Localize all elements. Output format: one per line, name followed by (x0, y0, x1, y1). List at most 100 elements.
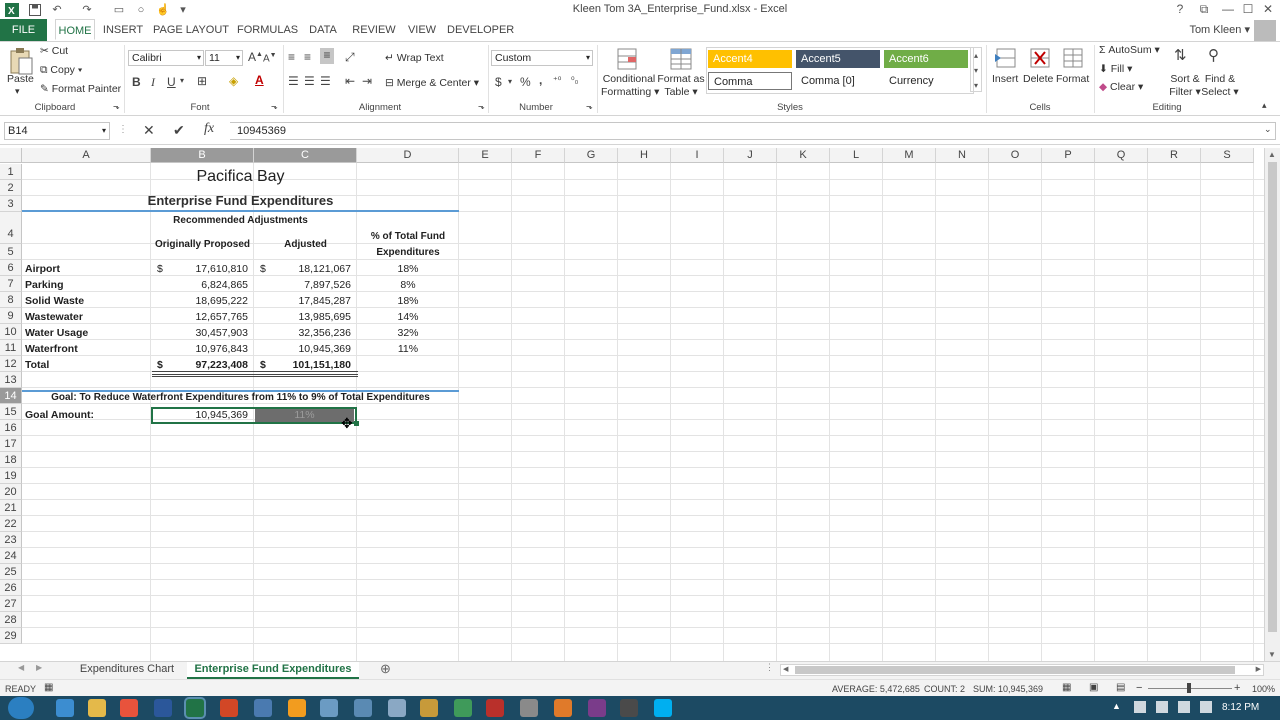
sort-filter-icon[interactable]: ⇅ (1174, 46, 1187, 64)
row-label[interactable]: Airport (25, 263, 60, 275)
row-header-26[interactable]: 26 (0, 580, 22, 596)
align-left-icon[interactable]: ☰ (288, 74, 299, 88)
insert-function-button[interactable]: fx (204, 121, 214, 137)
number-launcher-icon[interactable]: ⬎ (586, 102, 593, 111)
next-sheet-icon[interactable]: ▶ (36, 663, 42, 672)
excel-taskbar-icon[interactable] (186, 699, 204, 717)
font-size-select[interactable]: 11 ▾ (205, 50, 243, 66)
column-header-i[interactable]: I (671, 148, 724, 163)
column-header-j[interactable]: J (724, 148, 777, 163)
show-hidden-icons[interactable]: ▲ (1112, 701, 1121, 711)
app-icon[interactable] (388, 699, 406, 717)
currency-dropdown-icon[interactable]: ▾ (508, 77, 512, 86)
increase-indent-icon[interactable]: ⇥ (362, 74, 372, 88)
tab-insert[interactable]: INSERT (101, 19, 145, 41)
select-all-button[interactable] (0, 148, 22, 163)
app-icon[interactable] (354, 699, 372, 717)
powerpoint-icon[interactable] (220, 699, 238, 717)
adjusted-value[interactable]: 17,845,287 (268, 295, 351, 307)
row-header-4[interactable]: 4 (0, 212, 22, 244)
comma-style-button[interactable]: , (539, 73, 542, 87)
column-header-q[interactable]: Q (1095, 148, 1148, 163)
row-label[interactable]: Solid Waste (25, 295, 84, 307)
column-header-d[interactable]: D (357, 148, 459, 163)
underline-dropdown-icon[interactable]: ▾ (180, 76, 184, 85)
row-header-10[interactable]: 10 (0, 324, 22, 340)
user-avatar[interactable] (1254, 20, 1276, 41)
app-icon[interactable] (320, 699, 338, 717)
number-format-select[interactable]: Custom ▾ (491, 50, 593, 66)
horizontal-scrollbar[interactable]: ◀ ▶ (780, 664, 1264, 676)
dollar-sign-orig[interactable]: $ (157, 263, 163, 275)
row-header-24[interactable]: 24 (0, 548, 22, 564)
column-header-n[interactable]: N (936, 148, 989, 163)
style-comma-0[interactable]: Comma [0] (796, 72, 880, 90)
worksheet-grid[interactable]: ABCDEFGHIJKLMNOPQRS 1 2 3 4 5 6 7 8 9 10 11 12 13 14 1… (0, 148, 1280, 661)
align-center-icon[interactable]: ☰ (304, 74, 315, 88)
grow-font-button[interactable]: A▲ (248, 50, 263, 64)
decrease-indent-icon[interactable]: ⇤ (345, 74, 355, 88)
prev-sheet-icon[interactable]: ◀ (18, 663, 24, 672)
italic-button[interactable]: I (151, 75, 155, 90)
borders-icon[interactable]: ⊞ (197, 74, 207, 88)
help-button[interactable]: ? (1168, 1, 1192, 18)
style-currency[interactable]: Currency (884, 72, 968, 90)
formula-input[interactable]: 10945369 (230, 122, 1276, 140)
format-cells-icon[interactable] (1060, 46, 1086, 72)
network-icon[interactable] (1156, 701, 1168, 713)
currency-button[interactable]: $ (495, 75, 502, 89)
pct-value[interactable]: 11% (357, 343, 459, 355)
style-comma[interactable]: Comma (708, 72, 792, 90)
insert-cells-icon[interactable] (993, 46, 1019, 72)
orientation-icon[interactable]: ⤢ (345, 50, 355, 65)
originally-proposed-value[interactable]: 6,824,865 (165, 279, 248, 291)
zoom-level[interactable]: 100% (1252, 684, 1275, 694)
clipboard-launcher-icon[interactable]: ⬎ (113, 102, 120, 111)
sheet-tab-expenditures-chart[interactable]: Expenditures Chart (72, 662, 182, 677)
print-preview-icon[interactable]: ▭ (111, 2, 127, 17)
delete-cells-icon[interactable] (1027, 46, 1053, 72)
row-header-2[interactable]: 2 (0, 180, 22, 196)
font-name-select[interactable]: Calibri ▾ (128, 50, 204, 66)
column-header-e[interactable]: E (459, 148, 512, 163)
column-header-b[interactable]: B (151, 148, 254, 163)
fill-color-icon[interactable]: ◈ (229, 74, 238, 88)
row-label[interactable]: Waterfront (25, 343, 78, 355)
row-label[interactable]: Water Usage (25, 327, 88, 339)
scroll-right-icon[interactable]: ▶ (1256, 665, 1261, 673)
volume-icon[interactable] (1178, 701, 1190, 713)
flag-icon[interactable] (1134, 701, 1146, 713)
conditional-formatting-icon[interactable] (616, 47, 640, 73)
autosum-button[interactable]: Σ AutoSum ▾ (1099, 44, 1160, 56)
underline-button[interactable]: U (167, 75, 176, 89)
touch-mode-icon[interactable]: ☝ (155, 2, 171, 17)
clock[interactable]: 8:12 PM (1222, 702, 1259, 713)
row-header-1[interactable]: 1 (0, 164, 22, 180)
firefox-icon[interactable] (288, 699, 306, 717)
column-header-r[interactable]: R (1148, 148, 1201, 163)
fill-handle[interactable] (354, 421, 359, 426)
row-header-14[interactable]: 14 (0, 388, 22, 404)
add-sheet-icon[interactable]: ⊕ (380, 661, 391, 677)
pct-value[interactable]: 18% (357, 295, 459, 307)
word-icon[interactable] (154, 699, 172, 717)
ribbon-display-options-button[interactable]: ⧉ (1192, 1, 1216, 18)
originally-proposed-value[interactable]: 10,976,843 (165, 343, 248, 355)
increase-decimal-icon[interactable]: ⁺⁰ (553, 75, 561, 86)
zoom-in-button[interactable]: + (1234, 682, 1240, 694)
adjusted-value[interactable]: 13,985,695 (268, 311, 351, 323)
goal-pct-value[interactable]: 11% (255, 409, 354, 421)
percent-button[interactable]: % (520, 75, 531, 89)
row-header-11[interactable]: 11 (0, 340, 22, 356)
goal-amount-value[interactable]: 10,945,369 (155, 409, 248, 421)
insert-button[interactable]: Insert (992, 73, 1018, 85)
row-header-21[interactable]: 21 (0, 500, 22, 516)
ie-icon[interactable] (56, 699, 74, 717)
app-icon[interactable] (620, 699, 638, 717)
column-header-s[interactable]: S (1201, 148, 1254, 163)
clear-button[interactable]: ◆ Clear ▾ (1099, 81, 1143, 93)
scroll-down-icon[interactable]: ▼ (1268, 650, 1276, 659)
adjusted-value[interactable]: 7,897,526 (268, 279, 351, 291)
onenote-icon[interactable] (588, 699, 606, 717)
dollar-sign-adj[interactable]: $ (260, 263, 266, 275)
